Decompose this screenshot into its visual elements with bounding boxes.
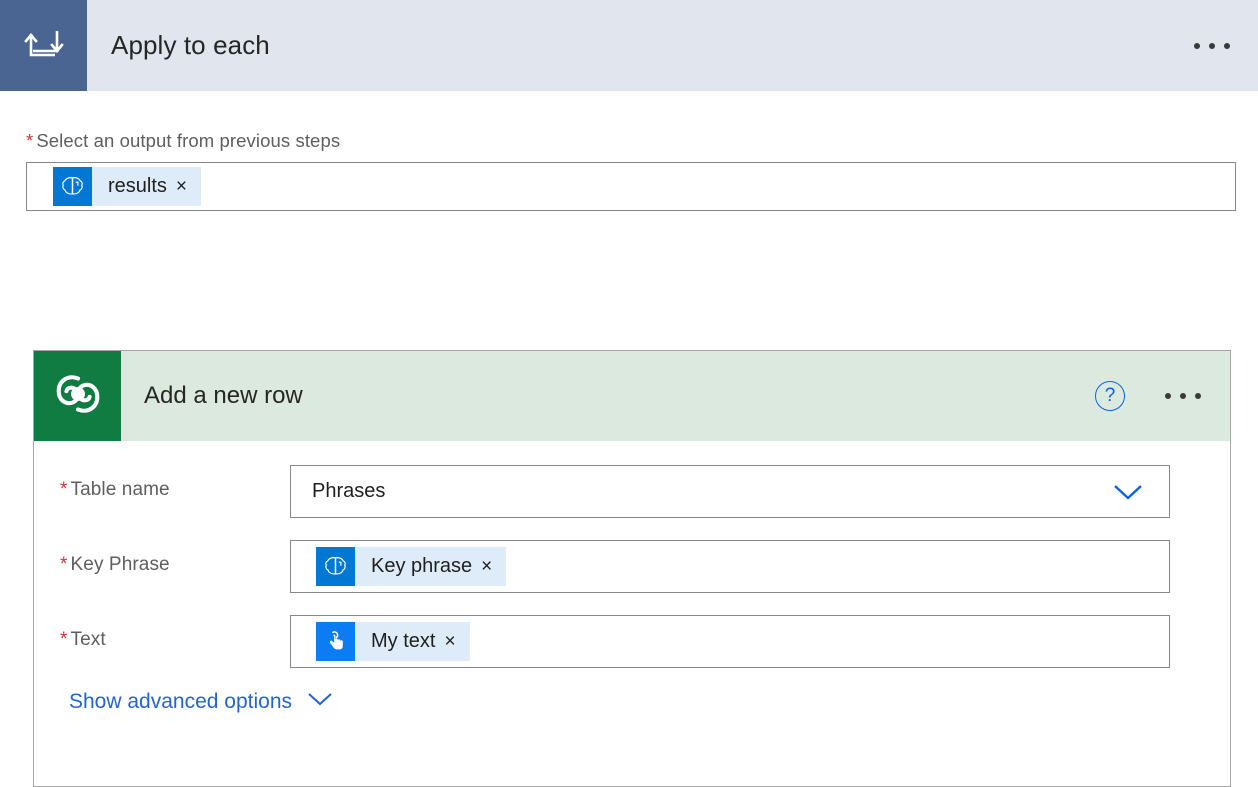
add-a-new-row-form: *Table name Phrases *Key <box>34 441 1230 714</box>
apply-to-each-header[interactable]: Apply to each <box>0 0 1258 91</box>
help-icon[interactable]: ? <box>1095 381 1125 411</box>
token-remove-icon[interactable]: × <box>481 557 506 576</box>
chevron-down-icon <box>306 690 334 714</box>
chevron-down-icon[interactable] <box>1111 481 1157 503</box>
table-name-label: *Table name <box>34 465 290 501</box>
add-a-new-row-menu-button[interactable] <box>1165 393 1201 399</box>
table-name-dropdown[interactable]: Phrases <box>290 465 1170 518</box>
form-row-key-phrase: *Key Phrase <box>34 540 1230 593</box>
connector-swirl-icon <box>49 365 107 428</box>
token-results[interactable]: results × <box>53 167 201 206</box>
key-phrase-control: Key phrase × <box>290 540 1230 593</box>
table-name-control: Phrases <box>290 465 1230 518</box>
text-control: My text × <box>290 615 1230 668</box>
cognitive-services-brain-icon <box>53 167 92 206</box>
select-output-label-text: Select an output from previous steps <box>36 130 340 151</box>
apply-to-each-body: *Select an output from previous steps re… <box>0 91 1258 211</box>
manual-trigger-tap-icon <box>316 622 355 661</box>
key-phrase-label-text: Key Phrase <box>71 554 170 575</box>
select-output-label: *Select an output from previous steps <box>0 91 1258 162</box>
more-options-icon <box>1180 393 1186 399</box>
show-advanced-options-label: Show advanced options <box>69 690 292 714</box>
more-options-icon <box>1165 393 1171 399</box>
key-phrase-input[interactable]: Key phrase × <box>290 540 1170 593</box>
add-a-new-row-card: Add a new row ? *Table name Phrases <box>33 350 1231 787</box>
token-label: results <box>92 175 176 198</box>
loop-icon-container <box>0 0 87 91</box>
token-label: My text <box>355 630 444 653</box>
token-key-phrase[interactable]: Key phrase × <box>316 547 506 586</box>
more-options-icon <box>1195 393 1201 399</box>
required-marker: * <box>26 130 33 151</box>
more-options-icon <box>1194 43 1200 49</box>
key-phrase-label: *Key Phrase <box>34 540 290 576</box>
show-advanced-options-link[interactable]: Show advanced options <box>34 690 334 714</box>
select-output-input[interactable]: results × <box>26 162 1236 211</box>
table-name-value: Phrases <box>312 480 1111 503</box>
table-name-label-text: Table name <box>71 479 170 500</box>
more-options-icon <box>1209 43 1215 49</box>
token-remove-icon[interactable]: × <box>444 632 469 651</box>
text-label-text: Text <box>71 629 106 650</box>
loop-repeat-icon <box>21 22 67 69</box>
apply-to-each-menu-button[interactable] <box>1194 0 1258 91</box>
token-label: Key phrase <box>355 555 481 578</box>
required-marker: * <box>60 629 68 650</box>
text-input[interactable]: My text × <box>290 615 1170 668</box>
more-options-icon <box>1224 43 1230 49</box>
apply-to-each-title: Apply to each <box>87 0 1194 91</box>
cognitive-services-brain-icon <box>316 547 355 586</box>
connector-icon-container <box>34 351 121 441</box>
add-a-new-row-header[interactable]: Add a new row ? <box>34 351 1230 441</box>
form-row-table-name: *Table name Phrases <box>34 465 1230 518</box>
form-row-text: *Text My text × <box>34 615 1230 668</box>
token-my-text[interactable]: My text × <box>316 622 470 661</box>
add-a-new-row-title: Add a new row <box>121 351 1095 441</box>
token-remove-icon[interactable]: × <box>176 177 201 196</box>
text-label: *Text <box>34 615 290 651</box>
required-marker: * <box>60 479 68 500</box>
action-header-controls: ? <box>1095 351 1230 441</box>
required-marker: * <box>60 554 68 575</box>
